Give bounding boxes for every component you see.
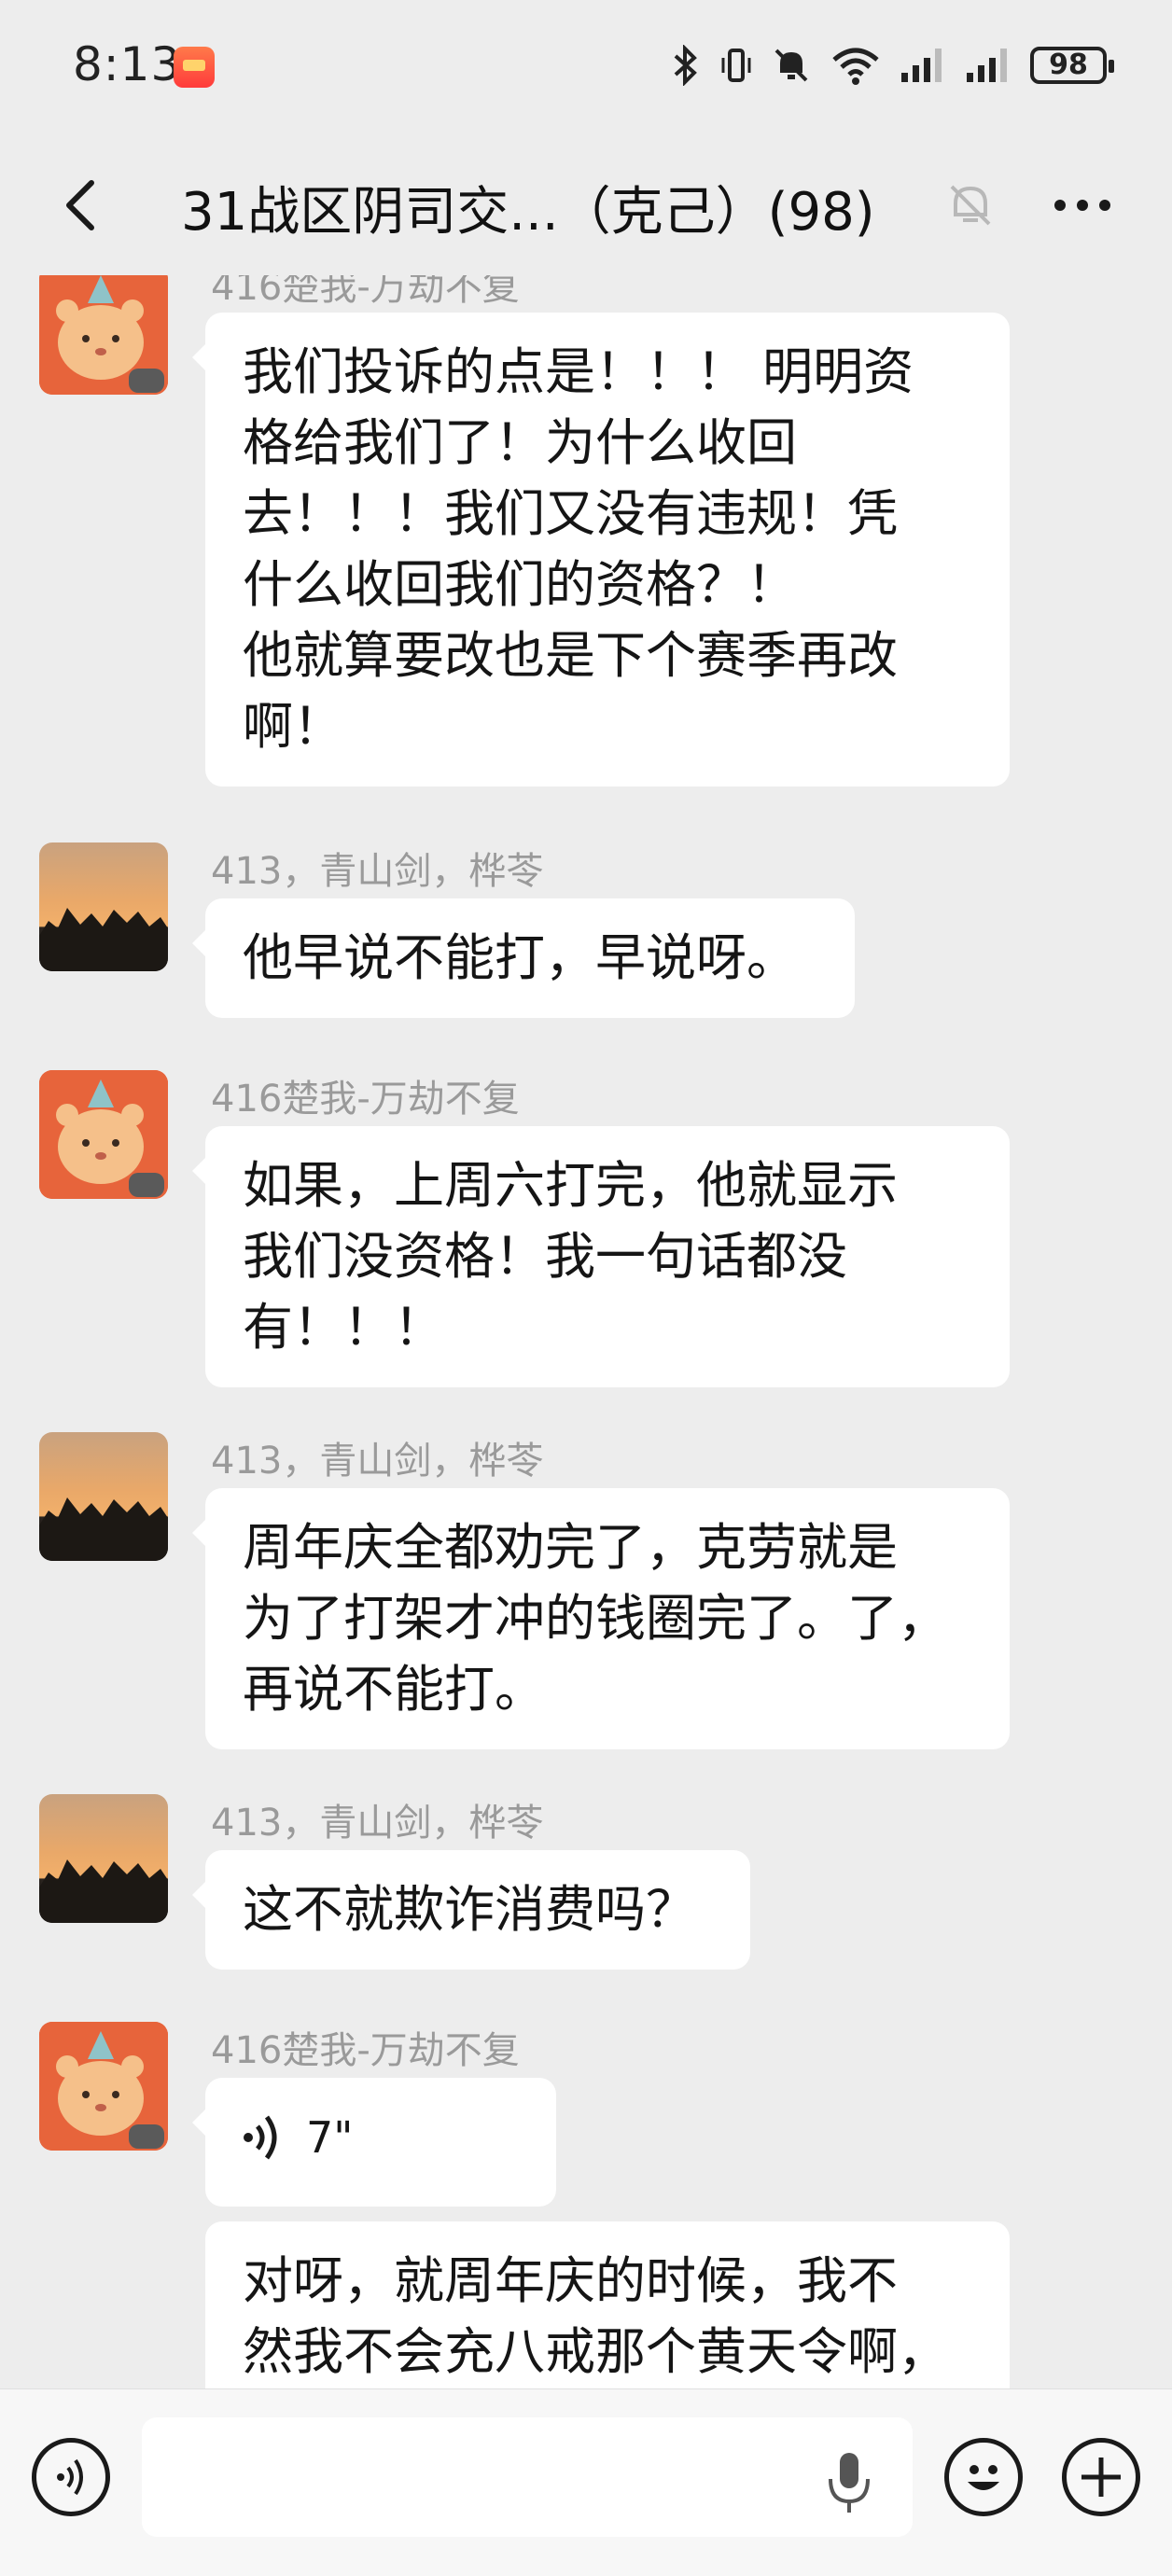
chat-message-list[interactable]: 416楚我-万劫不复 我们投诉的点是！！！ 明明资 格给我们了！为什么收回 去！… [0,275,1172,2388]
sender-name: 416楚我-万劫不复 [211,2029,520,2072]
avatar[interactable] [39,2022,168,2151]
message-bubble[interactable]: 我们投诉的点是！！！ 明明资 格给我们了！为什么收回 去！！！我们又没有违规！凭… [192,313,1010,787]
message-line: 然我不会充八戒那个黄天令啊， [243,2322,948,2381]
signal-icon [901,49,942,82]
mute-notifications-icon [950,185,991,226]
sender-name: 413，青山剑，桦苓 [211,1440,544,1483]
voice-playback-icon [244,2115,277,2160]
plus-icon [1081,2458,1121,2497]
avatar[interactable] [39,1432,168,1561]
message-line: 啊！ [243,697,343,756]
message-line: 周年庆全都劝完了，克劳就是 [243,1518,898,1577]
status-icons: 98 [670,37,1114,93]
message-bubble[interactable]: 周年庆全都劝完了，克劳就是 为了打架才冲的钱圈完了。了， 再说不能打。 [192,1488,1010,1749]
chat-header: 31战区阴司交...（克己）(98) [0,140,1172,271]
emoji-icon [968,2465,999,2490]
sunset-avatar-icon [39,1497,168,1561]
more-options-icon[interactable] [1045,177,1120,233]
status-time: 8:13 [73,37,182,91]
avatar[interactable] [39,1070,168,1199]
sunset-avatar-icon [39,908,168,971]
mute-icon [774,49,808,82]
add-attachment-button[interactable] [1062,2438,1140,2516]
status-bar: 8:13 98 [0,0,1172,131]
app-notification-icon [174,47,215,88]
message-bubble[interactable]: 对呀，就周年庆的时候，我不 然我不会充八戒那个黄天令啊， [205,2221,1010,2388]
sender-name: 416楚我-万劫不复 [211,1078,520,1121]
avatar[interactable] [39,275,168,395]
input-bar [0,2388,1172,2576]
message-line: 这不就欺诈消费吗？ [243,1880,696,1939]
message-line: 格给我们了！为什么收回 [243,413,797,472]
battery-icon: 98 [1030,47,1114,84]
message-line: 我们没资格！我一句话都没 [243,1227,847,1286]
message-line: 为了打架才冲的钱圈完了。了， [243,1589,948,1648]
wifi-icon [832,48,879,85]
message-line: 他早说不能打，早说呀。 [243,928,797,987]
sender-name: 413，青山剑，桦苓 [211,850,544,893]
voice-message: 7" [243,2102,519,2173]
emoji-button[interactable] [944,2438,1023,2516]
message-line: 再说不能打。 [243,1660,545,1719]
message-line: 我们投诉的点是！！！ 明明资 [243,342,914,401]
bear-avatar-icon [39,1070,168,1199]
message-line: 去！！！我们又没有违规！凭 [243,484,898,543]
message-line: 他就算要改也是下个赛季再改 [243,626,898,685]
sunset-avatar-icon [39,1859,168,1923]
signal-icon-2 [967,49,1007,82]
chat-title: 31战区阴司交...（克己）(98) [181,182,875,243]
message-line: 什么收回我们的资格？！ [243,555,797,614]
microphone-icon[interactable] [821,2449,877,2514]
bear-avatar-icon [39,275,168,395]
message-input[interactable] [142,2417,913,2537]
avatar[interactable] [39,1794,168,1923]
back-icon[interactable] [47,168,121,243]
message-bubble[interactable]: 如果，上周六打完，他就显示 我们没资格！我一句话都没 有！！！ [192,1126,1010,1387]
voice-input-button[interactable] [32,2438,110,2516]
voice-message-bubble[interactable]: 7" [192,2078,556,2207]
message-bubble[interactable]: 这不就欺诈消费吗？ [192,1850,750,1970]
sender-name: 416楚我-万劫不复 [211,275,520,309]
bear-avatar-icon [39,2022,168,2151]
voice-duration: 7" [306,2112,354,2163]
sender-name: 413，青山剑，桦苓 [211,1802,544,1845]
bluetooth-icon [674,45,697,86]
voice-wave-icon [57,2458,83,2496]
message-bubble[interactable]: 他早说不能打，早说呀。 [192,898,855,1018]
message-line: 如果，上周六打完，他就显示 [243,1156,898,1215]
message-line: 有！！！ [243,1298,444,1357]
avatar[interactable] [39,842,168,971]
message-line: 对呀，就周年庆的时候，我不 [243,2251,898,2310]
vibrate-icon [721,49,751,82]
